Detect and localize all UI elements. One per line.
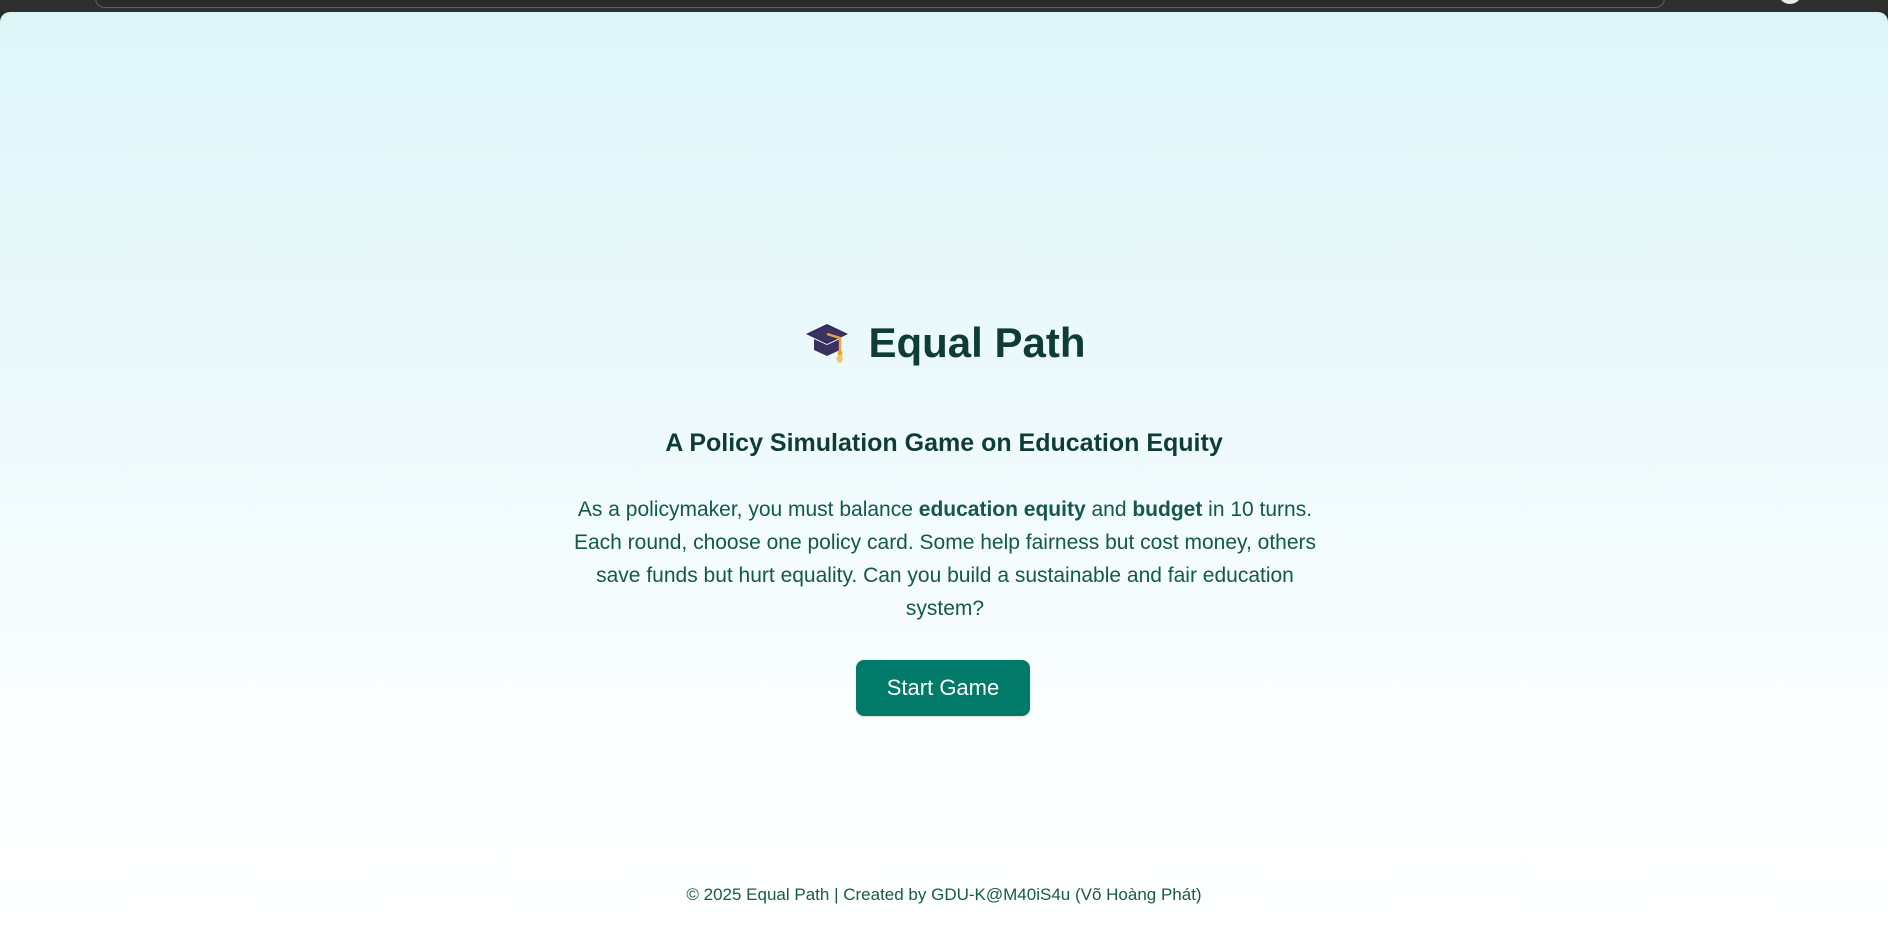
page-footer: © 2025 Equal Path | Created by GDU-K@M40… — [686, 885, 1202, 904]
address-bar[interactable] — [95, 0, 1665, 8]
start-game-button[interactable]: Start Game — [856, 660, 1030, 716]
description-text-1: As a policymaker, you must balance — [577, 498, 919, 521]
description-text-2: and — [1085, 498, 1133, 521]
description-bold-budget: budget — [1132, 498, 1203, 521]
intro-content: Equal Path A Policy Simulation Game on E… — [0, 12, 1888, 932]
game-description: As a policymaker, you must balance educa… — [565, 493, 1325, 625]
graduation-cap-icon — [806, 324, 849, 363]
game-landing-page: Equal Path A Policy Simulation Game on E… — [0, 12, 1888, 932]
profile-icon[interactable] — [1778, 0, 1802, 4]
page-title-text: Equal Path — [868, 319, 1086, 366]
page-subtitle: A Policy Simulation Game on Education Eq… — [665, 429, 1223, 457]
browser-top-bar — [0, 0, 1888, 12]
description-bold-education-equity: education equity — [918, 498, 1086, 521]
page-title: Equal Path — [0, 317, 1888, 369]
